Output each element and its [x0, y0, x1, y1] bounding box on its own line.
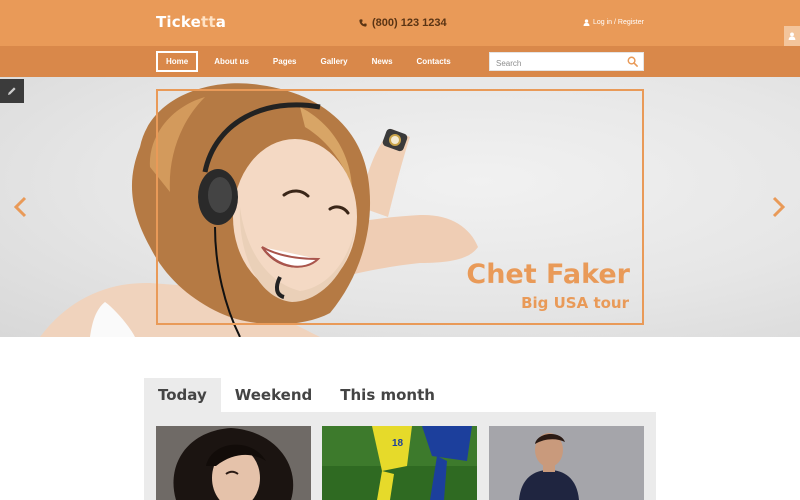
auth-text: Log in / Register — [593, 19, 644, 26]
edit-button[interactable] — [0, 79, 24, 103]
page: Ticketta (800) 123 1234 Log in / Registe… — [0, 0, 800, 500]
pencil-icon — [8, 87, 16, 95]
tab-today[interactable]: Today — [144, 378, 221, 412]
nav-item-home[interactable]: Home — [156, 51, 199, 72]
phone-number: (800) 123 1234 — [359, 17, 447, 29]
site-logo[interactable]: Ticketta — [156, 13, 226, 31]
nav-item-news[interactable]: News — [360, 51, 405, 72]
search-icon[interactable] — [627, 56, 638, 67]
event-image — [489, 426, 644, 500]
event-image: 18 — [322, 426, 477, 500]
search-input[interactable] — [490, 55, 620, 72]
main-nav: Home About us Pages Gallery News Contact… — [156, 51, 463, 72]
nav-bar: Home About us Pages Gallery News Contact… — [0, 46, 800, 77]
chevron-left-icon[interactable] — [12, 195, 28, 219]
top-bar: Ticketta (800) 123 1234 Log in / Registe… — [0, 0, 800, 46]
phone-icon — [359, 19, 367, 27]
event-card[interactable]: 18 — [322, 426, 477, 500]
user-icon — [788, 32, 796, 40]
nav-item-pages[interactable]: Pages — [261, 51, 309, 72]
hero-subtitle: Big USA tour — [521, 294, 629, 312]
login-register-link[interactable]: Log in / Register — [583, 19, 644, 26]
phone-text: (800) 123 1234 — [372, 17, 447, 29]
nav-item-gallery[interactable]: Gallery — [308, 51, 359, 72]
tab-this-month[interactable]: This month — [326, 378, 449, 412]
svg-text:18: 18 — [392, 438, 404, 449]
tab-weekend[interactable]: Weekend — [221, 378, 327, 412]
event-card[interactable] — [489, 426, 644, 500]
nav-item-contacts[interactable]: Contacts — [405, 51, 463, 72]
user-icon — [583, 19, 590, 26]
logo-text-accent: tt — [201, 13, 216, 31]
hero-title: Chet Faker — [466, 259, 630, 290]
nav-item-about-us[interactable]: About us — [202, 51, 261, 72]
event-tabs: Today Weekend This month — [144, 378, 449, 412]
chevron-right-icon[interactable] — [771, 195, 787, 219]
logo-text-end: a — [215, 13, 227, 31]
event-image — [156, 426, 311, 500]
search-box — [489, 52, 644, 72]
side-account-button[interactable] — [784, 26, 800, 46]
event-card[interactable] — [156, 426, 311, 500]
logo-text-start: Ticke — [156, 13, 202, 31]
